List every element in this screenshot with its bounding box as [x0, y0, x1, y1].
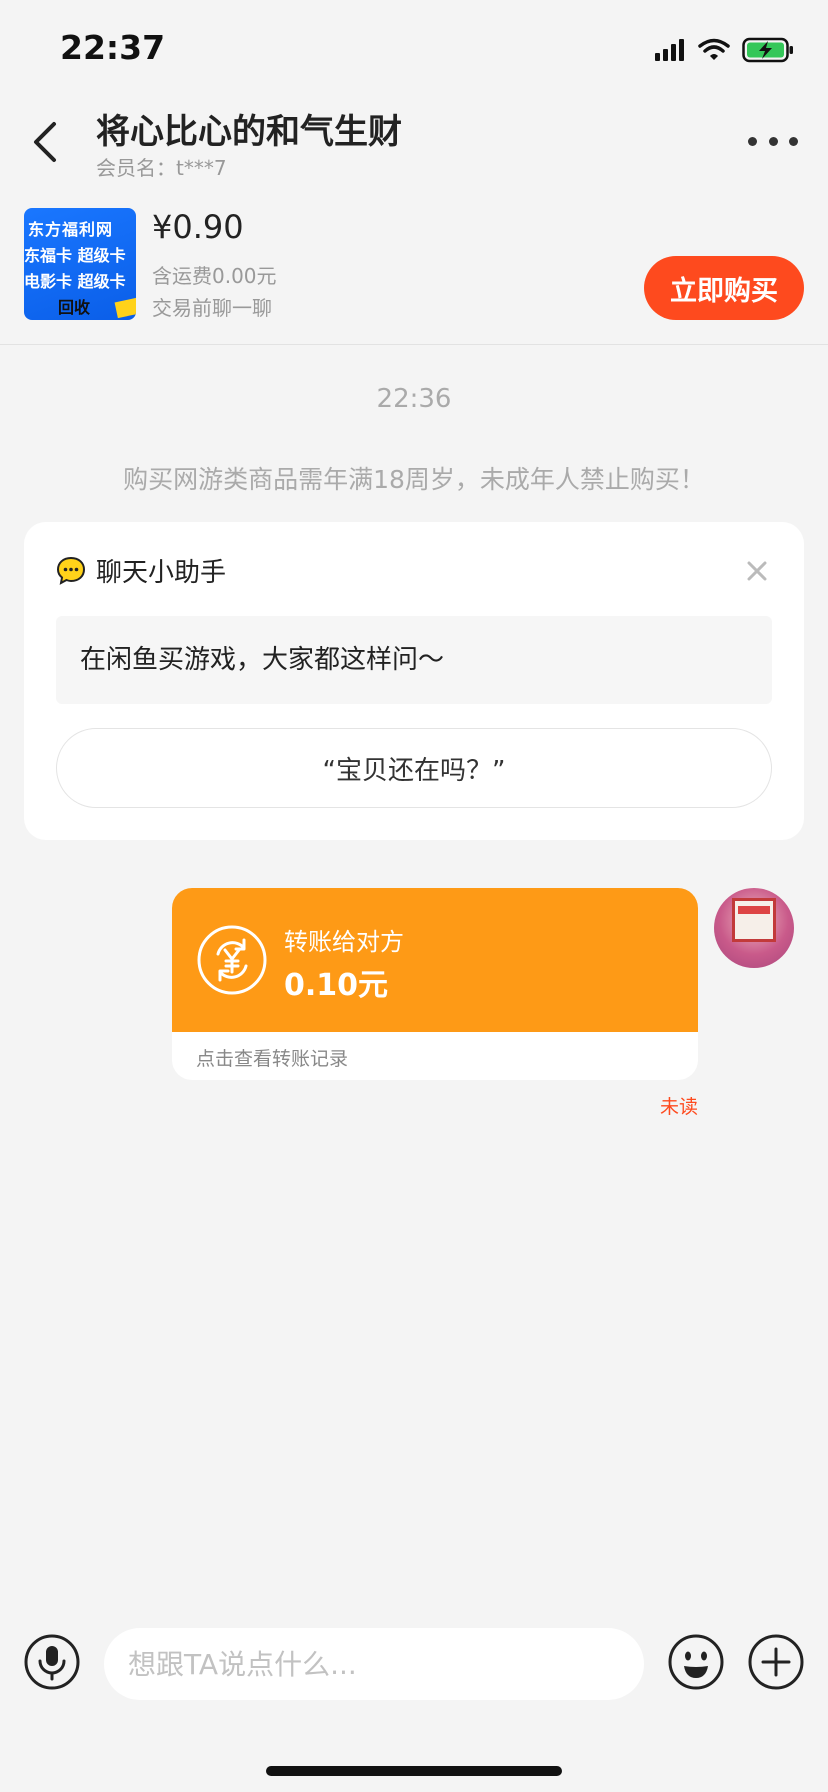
- add-button[interactable]: [748, 1634, 804, 1690]
- thumb-line: 东方福利网: [28, 220, 114, 239]
- buy-now-button[interactable]: 立即购买: [644, 256, 804, 320]
- status-time: 22:37: [60, 28, 166, 67]
- emoji-icon: [668, 1634, 724, 1690]
- assistant-prompt: 在闲鱼买游戏，大家都这样问～: [56, 616, 772, 704]
- emoji-button[interactable]: [668, 1634, 724, 1690]
- wifi-icon: [698, 38, 730, 60]
- product-thumbnail[interactable]: 东方福利网 东福卡 超级卡 电影卡 超级卡 回收: [24, 208, 136, 320]
- product-price: ¥0.90: [152, 208, 244, 246]
- voice-button[interactable]: [24, 1634, 80, 1690]
- status-icons: [654, 34, 794, 66]
- thumb-line: 回收: [58, 298, 91, 317]
- transfer-header: 转账给对方 0.10元: [172, 888, 698, 1032]
- close-icon: [747, 561, 767, 581]
- unread-status: 未读: [659, 1096, 698, 1118]
- close-button[interactable]: [744, 558, 770, 584]
- plus-icon: [748, 1634, 804, 1690]
- back-button[interactable]: [26, 114, 66, 170]
- contact-name: 将心比心的和气生财: [96, 112, 402, 152]
- avatar-image: [732, 898, 776, 942]
- chevron-left-icon: [34, 122, 56, 162]
- more-button[interactable]: [748, 126, 798, 156]
- avatar[interactable]: [714, 888, 794, 968]
- dot-icon: [748, 136, 757, 146]
- signal-icon: [655, 39, 684, 61]
- avatar-image: [738, 906, 770, 914]
- transfer-message-card[interactable]: 转账给对方 0.10元 点击查看转账记录: [172, 888, 698, 1080]
- chat-timestamp: 22:36: [376, 384, 452, 414]
- transfer-yuan-icon: [197, 925, 267, 995]
- home-indicator: [266, 1766, 562, 1776]
- transfer-record-link[interactable]: 点击查看转账记录: [196, 1044, 348, 1071]
- battery-charging-icon: [742, 37, 793, 63]
- age-notice: 购买网游类商品需年满18周岁，未成年人禁止购买！: [123, 465, 705, 494]
- chat-bubble-icon: [56, 556, 86, 585]
- dot-icon: [789, 136, 798, 146]
- product-bar: 东方福利网 东福卡 超级卡 电影卡 超级卡 回收 ¥0.90 含运费0.00元 …: [0, 196, 828, 345]
- thumb-line: 东福卡 超级卡: [24, 246, 126, 265]
- assistant-title: 聊天小助手: [96, 558, 227, 588]
- product-note: 交易前聊一聊: [152, 296, 272, 320]
- chat-assistant-card: 聊天小助手 在闲鱼买游戏，大家都这样问～ “宝贝还在吗？”: [24, 522, 804, 840]
- microphone-icon: [24, 1634, 80, 1690]
- shipping-info: 含运费0.00元: [152, 264, 277, 288]
- transfer-amount: 0.10元: [284, 968, 389, 1003]
- input-bar: [0, 1620, 828, 1710]
- thumb-sticker: [114, 297, 136, 319]
- suggested-question-button[interactable]: “宝贝还在吗？”: [56, 728, 772, 808]
- dot-icon: [768, 136, 778, 146]
- member-name: 会员名：t***7: [96, 156, 227, 180]
- message-input[interactable]: [104, 1628, 644, 1700]
- transfer-label: 转账给对方: [284, 928, 404, 956]
- status-bar: 22:37: [0, 0, 828, 100]
- thumb-line: 电影卡 超级卡: [24, 272, 126, 291]
- chat-header: 将心比心的和气生财 会员名：t***7: [0, 100, 828, 182]
